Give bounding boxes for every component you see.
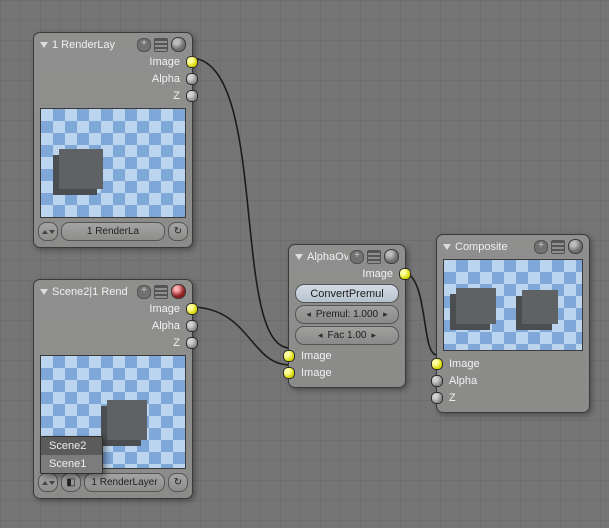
collapse-icon[interactable] — [443, 244, 451, 250]
node-header[interactable]: AlphaOver + — [293, 248, 401, 265]
thumbnail — [40, 108, 186, 218]
layer-strip[interactable]: 1 RenderLa ↻ — [38, 222, 188, 241]
node-render2[interactable]: Scene2|1 Rend + Image Alpha Z Scene2 Sce… — [33, 279, 193, 499]
node-title: AlphaOver — [307, 251, 348, 263]
layer-select: 1 RenderLa — [61, 222, 165, 241]
socket-out-z[interactable]: Z — [38, 334, 188, 351]
menu-item-scene1[interactable]: Scene1 — [41, 455, 102, 473]
options-icon[interactable] — [367, 250, 381, 264]
preview-dot-icon[interactable] — [171, 284, 186, 299]
add-icon[interactable]: + — [350, 250, 364, 264]
socket-in-image-2[interactable]: Image — [293, 364, 401, 381]
reload-icon[interactable]: ↻ — [168, 222, 188, 241]
options-icon[interactable] — [154, 285, 168, 299]
socket-out-alpha[interactable]: Alpha — [38, 70, 188, 87]
node-title: 1 RenderLay — [52, 39, 135, 51]
socket-in-alpha[interactable]: Alpha — [441, 372, 585, 389]
add-icon[interactable]: + — [137, 285, 151, 299]
node-composite[interactable]: Composite + Image Alpha Z — [436, 234, 590, 413]
node-title: Composite — [455, 241, 532, 253]
layer-strip[interactable]: ◧ 1 RenderLayer ↻ — [38, 473, 188, 492]
convert-premul-button[interactable]: ConvertPremul — [295, 284, 399, 303]
scene-icon[interactable]: ◧ — [61, 473, 81, 492]
options-icon[interactable] — [551, 240, 565, 254]
collapse-icon[interactable] — [40, 42, 48, 48]
layer-select: 1 RenderLayer — [84, 473, 165, 492]
node-title: Scene2|1 Rend — [52, 286, 135, 298]
node-render1[interactable]: 1 RenderLay + Image Alpha Z 1 RenderLa ↻ — [33, 32, 193, 248]
collapse-icon[interactable] — [40, 289, 48, 295]
add-icon[interactable]: + — [137, 38, 151, 52]
socket-in-image[interactable]: Image — [441, 355, 585, 372]
socket-out-image[interactable]: Image — [293, 265, 401, 282]
menu-item-scene2[interactable]: Scene2 — [41, 437, 102, 455]
preview-dot-icon[interactable] — [568, 239, 583, 254]
socket-out-alpha[interactable]: Alpha — [38, 317, 188, 334]
node-header[interactable]: 1 RenderLay + — [38, 36, 188, 53]
fac-field[interactable]: ◂Fac 1.00▸ — [295, 326, 399, 345]
node-alphaover[interactable]: AlphaOver + Image ConvertPremul ◂Premul:… — [288, 244, 406, 388]
node-header[interactable]: Scene2|1 Rend + — [38, 283, 188, 300]
add-icon[interactable]: + — [534, 240, 548, 254]
node-header[interactable]: Composite + — [441, 238, 585, 255]
collapse-icon[interactable] — [295, 254, 303, 260]
thumbnail — [443, 259, 583, 351]
socket-out-image[interactable]: Image — [38, 300, 188, 317]
scene-menu[interactable]: Scene2 Scene1 — [40, 436, 103, 474]
premul-field[interactable]: ◂Premul: 1.000▸ — [295, 305, 399, 324]
socket-in-z[interactable]: Z — [441, 389, 585, 406]
reload-icon[interactable]: ↻ — [168, 473, 188, 492]
socket-out-image[interactable]: Image — [38, 53, 188, 70]
preview-dot-icon[interactable] — [171, 37, 186, 52]
options-icon[interactable] — [154, 38, 168, 52]
socket-out-z[interactable]: Z — [38, 87, 188, 104]
socket-in-image-1[interactable]: Image — [293, 347, 401, 364]
preview-dot-icon[interactable] — [384, 249, 399, 264]
